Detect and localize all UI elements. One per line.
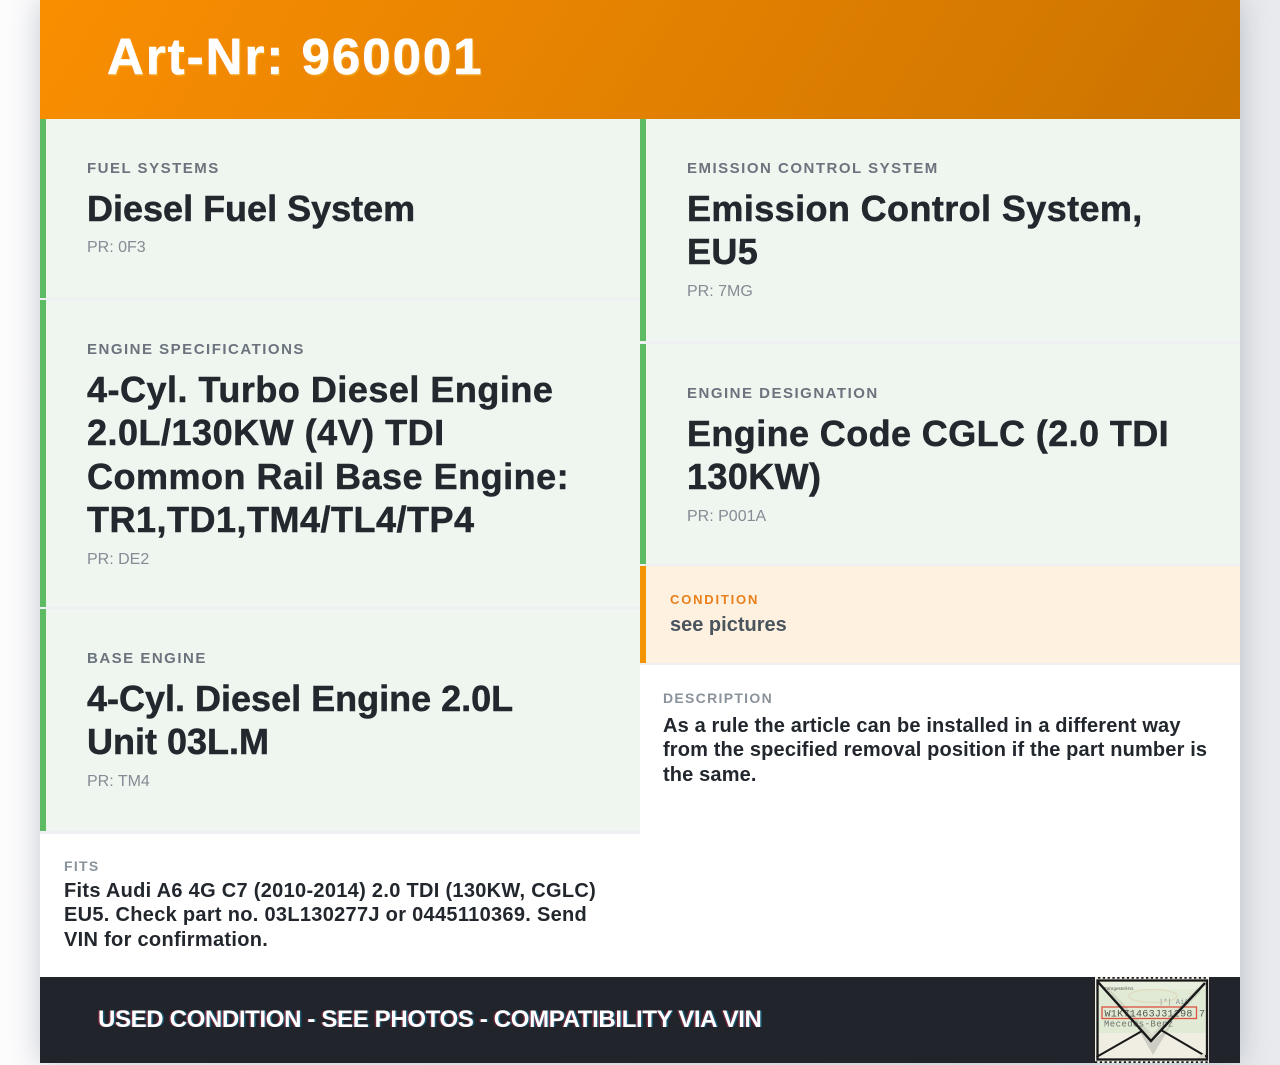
svg-text:7: 7 [1199, 1009, 1205, 1020]
